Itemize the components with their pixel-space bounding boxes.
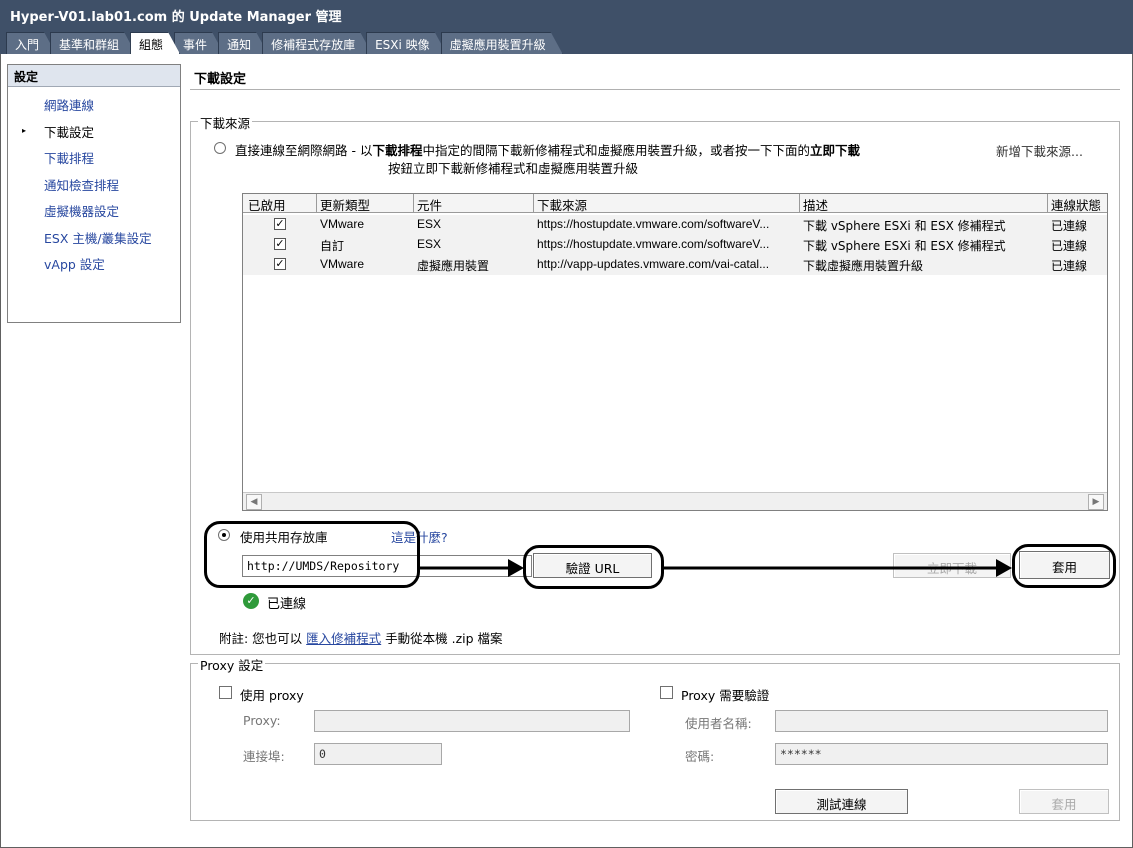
proxy-settings-group [190, 663, 1120, 821]
use-proxy-checkbox[interactable] [219, 686, 232, 699]
password-label: 密碼: [685, 749, 715, 764]
download-source-legend: 下載來源 [198, 113, 253, 132]
use-proxy-label: 使用 proxy [240, 688, 304, 703]
connected-check-icon: ✓ [243, 593, 259, 609]
title-bar: Hyper-V01.lab01.com 的 Update Manager 管理 … [0, 0, 1133, 54]
window-title: Hyper-V01.lab01.com 的 Update Manager 管理 [10, 10, 342, 25]
validate-callout-outline [523, 545, 664, 589]
cell-source: https://hostupdate.vmware.com/softwareV.… [537, 237, 770, 251]
username-label: 使用者名稱: [685, 716, 752, 731]
tab-patch-repository[interactable]: 修補程式存放庫 [262, 32, 372, 54]
download-sources-table: 已啟用 更新類型 元件 下載來源 描述 連線狀態 ✓ VMware ESX ht… [242, 193, 1108, 511]
cell-component: 虛擬應用裝置 [417, 259, 490, 273]
direct-internet-radio[interactable] [214, 142, 226, 154]
proxy-apply-button[interactable]: 套用 [1019, 789, 1109, 814]
direct-option-text: 直接連線至網際網路 - 以下載排程中指定的間隔下載新修補程式和虛擬應用裝置升級，… [235, 140, 860, 159]
sidebar-item-label: 下載設定 [44, 124, 95, 140]
cell-status: 已連線 [1051, 259, 1088, 273]
cell-component: ESX [417, 237, 442, 251]
cell-description: 下載 vSphere ESXi 和 ESX 修補程式 [803, 239, 1006, 253]
tab-va-upgrades[interactable]: 虛擬應用裝置升級 [441, 32, 563, 54]
direct-option-label: 直接連線至網際網路 [235, 143, 348, 158]
cell-source: https://hostupdate.vmware.com/softwareV.… [537, 217, 770, 231]
table-header: 已啟用 更新類型 元件 下載來源 描述 連線狀態 [243, 194, 1107, 213]
note-prefix: 附註: 您也可以 [219, 631, 303, 646]
desc-bold: 下載排程 [372, 143, 423, 158]
settings-sidebar: 設定 網路連線 ▸ 下載設定 下載排程 通知檢查排程 虛擬機器設定 ESX 主機/… [7, 64, 181, 323]
sidebar-item-download-settings[interactable]: ▸ 下載設定 [8, 122, 180, 149]
import-patches-link[interactable]: 匯入修補程式 [306, 631, 381, 646]
note-suffix: 手動從本機 .zip 檔案 [385, 631, 503, 646]
cell-source: http://vapp-updates.vmware.com/vai-catal… [537, 257, 770, 271]
sidebar-item-host-cluster-settings[interactable]: ESX 主機/叢集設定 [8, 228, 180, 255]
table-row[interactable]: ✓ 自訂 ESX https://hostupdate.vmware.com/s… [243, 235, 1107, 255]
sidebar-item-notification-schedule[interactable]: 通知檢查排程 [8, 175, 180, 202]
cell-description: 下載 vSphere ESXi 和 ESX 修補程式 [803, 219, 1006, 233]
proxy-host-input[interactable] [314, 710, 630, 732]
sidebar-item-vapp-settings[interactable]: vApp 設定 [8, 254, 180, 281]
proxy-auth-label: Proxy 需要驗證 [681, 688, 770, 703]
port-input[interactable]: 0 [314, 743, 442, 765]
table-row[interactable]: ✓ VMware 虛擬應用裝置 http://vapp-updates.vmwa… [243, 255, 1107, 275]
add-download-source-link[interactable]: 新增下載來源... [996, 141, 1083, 160]
enabled-checkbox[interactable]: ✓ [274, 258, 286, 270]
import-note: 附註: 您也可以 匯入修補程式 手動從本機 .zip 檔案 [219, 628, 503, 647]
horizontal-scrollbar[interactable]: ◀ ▶ [243, 492, 1107, 510]
apply-callout-outline [1012, 544, 1116, 588]
cell-status: 已連線 [1051, 219, 1088, 233]
sidebar-header: 設定 [8, 65, 180, 87]
column-header-status[interactable]: 連線狀態 [1048, 194, 1107, 213]
tab-baselines[interactable]: 基準和群組 [50, 32, 136, 54]
page-title: 下載設定 [190, 64, 1120, 90]
cell-component: ESX [417, 217, 442, 231]
column-header-source[interactable]: 下載來源 [534, 194, 800, 213]
proxy-host-label: Proxy: [243, 713, 281, 728]
password-input[interactable]: ****** [775, 743, 1108, 765]
proxy-settings-legend: Proxy 設定 [198, 655, 266, 674]
tab-configuration[interactable]: 組態 [130, 32, 180, 54]
tab-notifications[interactable]: 通知 [218, 32, 268, 54]
selected-arrow-icon: ▸ [22, 125, 27, 135]
scroll-right-icon[interactable]: ▶ [1088, 494, 1104, 510]
table-row[interactable]: ✓ VMware ESX https://hostupdate.vmware.c… [243, 215, 1107, 235]
enabled-checkbox[interactable]: ✓ [274, 238, 286, 250]
cell-description: 下載虛擬應用裝置升級 [803, 259, 924, 273]
download-now-button[interactable]: 立即下載 [893, 553, 1011, 578]
cell-type: 自訂 [320, 239, 345, 253]
sidebar-list: 網路連線 ▸ 下載設定 下載排程 通知檢查排程 虛擬機器設定 ESX 主機/叢集設… [8, 87, 180, 281]
column-header-description[interactable]: 描述 [800, 194, 1048, 213]
cell-type: VMware [320, 217, 365, 231]
column-header-type[interactable]: 更新類型 [317, 194, 414, 213]
desc-text: - 以 [347, 143, 373, 158]
sidebar-item-download-schedule[interactable]: 下載排程 [8, 148, 180, 175]
url-callout-outline [204, 521, 420, 588]
cell-type: VMware [320, 257, 365, 271]
direct-option-desc-line2: 按鈕立即下載新修補程式和虛擬應用裝置升級 [388, 161, 639, 176]
desc-bold: 立即下載 [810, 143, 861, 158]
sidebar-item-vm-settings[interactable]: 虛擬機器設定 [8, 201, 180, 228]
test-connection-button[interactable]: 測試連線 [775, 789, 908, 814]
cell-status: 已連線 [1051, 239, 1088, 253]
tab-events[interactable]: 事件 [174, 32, 224, 54]
username-input[interactable] [775, 710, 1108, 732]
scroll-left-icon[interactable]: ◀ [246, 494, 262, 510]
proxy-auth-checkbox[interactable] [660, 686, 673, 699]
tab-bar: 入門 基準和群組 組態 事件 通知 修補程式存放庫 ESXi 映像 虛擬應用裝置… [6, 32, 557, 54]
port-label: 連接埠: [243, 749, 285, 764]
tab-getting-started[interactable]: 入門 [6, 32, 56, 54]
connection-status-text: 已連線 [267, 597, 307, 612]
column-header-component[interactable]: 元件 [414, 194, 534, 213]
desc-text: 中指定的間隔下載新修補程式和虛擬應用裝置升級，或者按一下下面的 [422, 143, 811, 158]
sidebar-item-network[interactable]: 網路連線 [8, 95, 180, 122]
tab-esxi-images[interactable]: ESXi 映像 [366, 32, 447, 54]
column-header-enabled[interactable]: 已啟用 [245, 194, 317, 213]
enabled-checkbox[interactable]: ✓ [274, 218, 286, 230]
